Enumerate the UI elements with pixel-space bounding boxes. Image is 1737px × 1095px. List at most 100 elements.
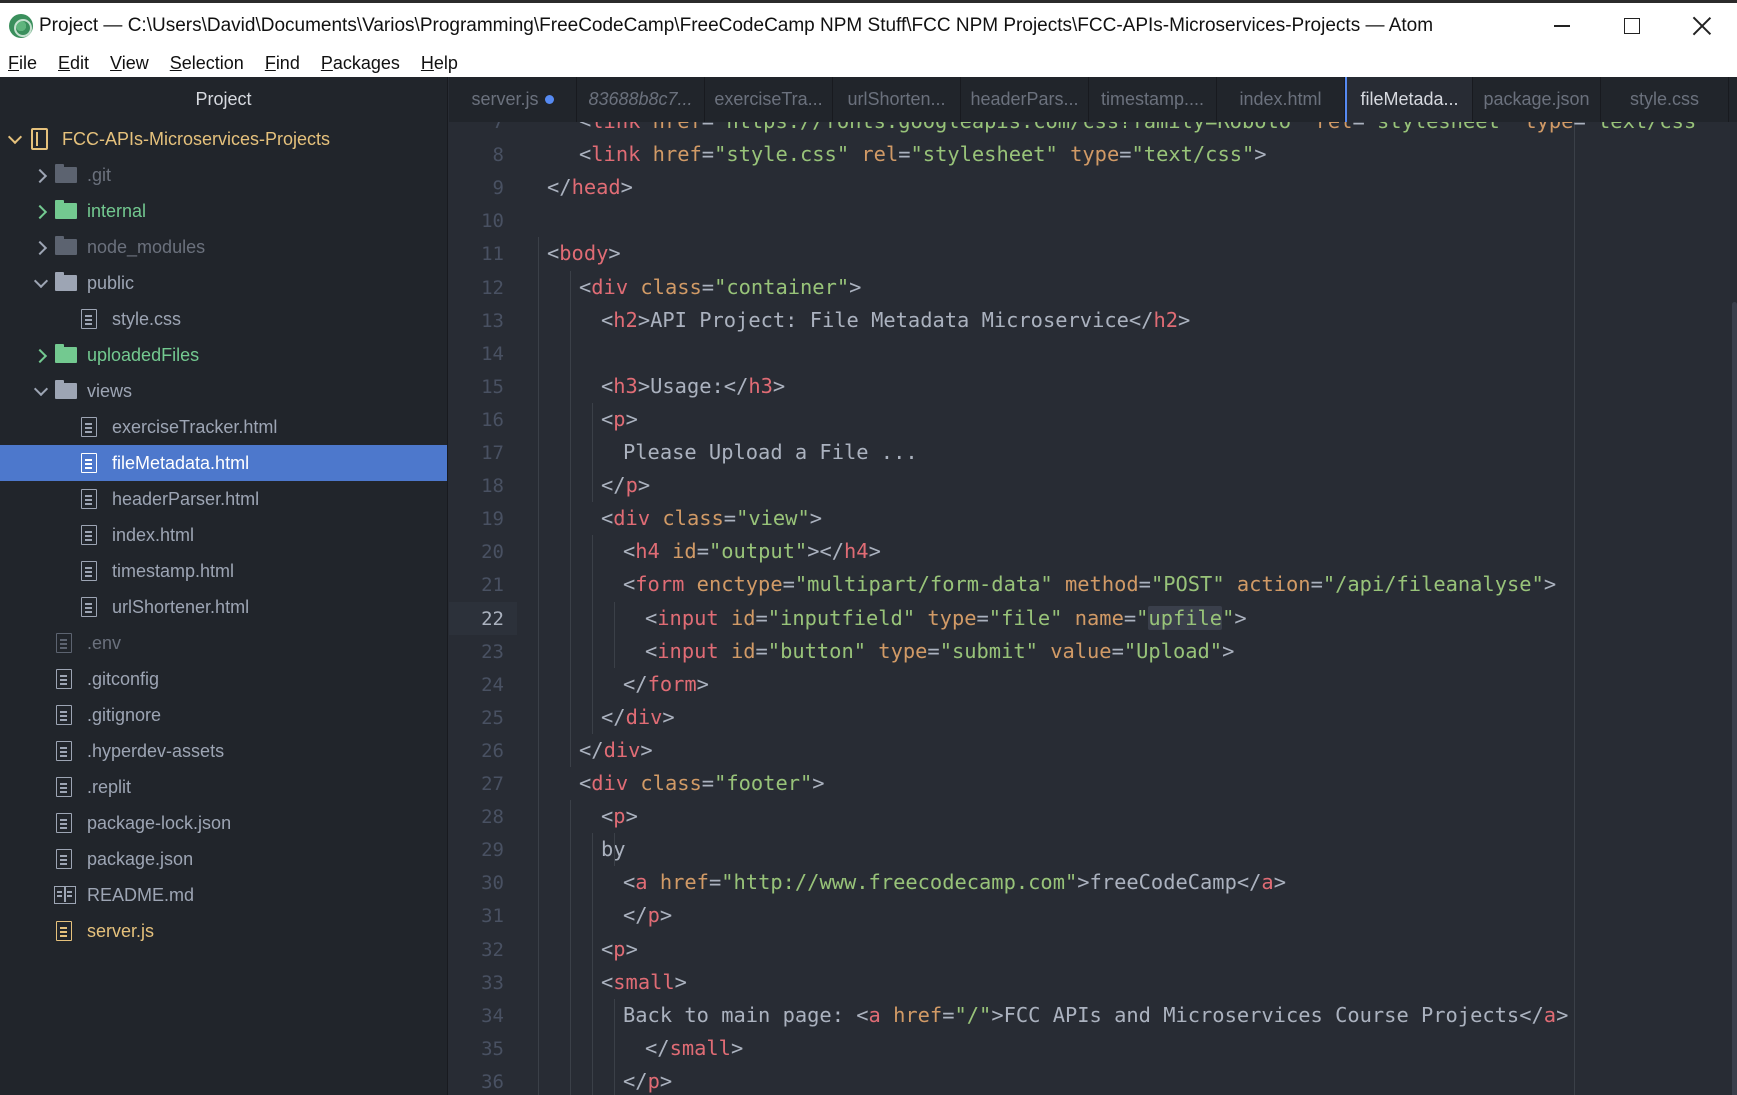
line-number[interactable]: 14 (481, 343, 504, 365)
code-line[interactable]: </head> (547, 171, 633, 204)
tab-package-json[interactable]: package.json (1473, 77, 1601, 122)
menu-selection[interactable]: Selection (170, 53, 244, 74)
line-number[interactable]: 10 (481, 210, 504, 232)
menu-help[interactable]: Help (421, 53, 458, 74)
line-number[interactable]: 9 (493, 177, 504, 199)
line-number[interactable]: 7 (493, 122, 504, 133)
tree-file-index[interactable]: index.html (0, 517, 447, 553)
code-line[interactable]: Back to main page: <a href="/">FCC APIs … (623, 999, 1568, 1032)
chevron-down-icon[interactable] (6, 131, 22, 147)
line-number[interactable]: 24 (481, 674, 504, 696)
tab-server-js[interactable]: server.js (449, 77, 577, 122)
tree-file-package-json[interactable]: package.json (0, 841, 447, 877)
tab-style-css[interactable]: style.css (1601, 77, 1729, 122)
tree-file-env[interactable]: .env (0, 625, 447, 661)
tab-file-metadata[interactable]: fileMetada... (1345, 77, 1473, 122)
line-number[interactable]: 35 (481, 1038, 504, 1060)
line-number[interactable]: 13 (481, 310, 504, 332)
tree-file-style-css[interactable]: style.css (0, 301, 447, 337)
line-number-gutter[interactable]: 7 8 9 10 11 12 13 14 15 16 17 18 19 20 21 22 23 24 25 26 27 2… (449, 122, 517, 1095)
line-number[interactable]: 16 (481, 409, 504, 431)
tree-file-replit[interactable]: .replit (0, 769, 447, 805)
tree-folder-internal[interactable]: internal (0, 193, 447, 229)
chevron-right-icon[interactable] (32, 167, 48, 183)
line-number[interactable]: 33 (481, 972, 504, 994)
code-line[interactable]: <div class="view"> (601, 502, 822, 535)
code-line[interactable]: </form> (623, 668, 709, 701)
code-line[interactable]: <small> (601, 966, 687, 999)
code-line[interactable]: <a href="http://www.freecodecamp.com">fr… (623, 866, 1286, 899)
line-number[interactable]: 27 (481, 773, 504, 795)
maximize-button[interactable] (1597, 3, 1667, 49)
code-line[interactable]: <body> (547, 237, 621, 270)
code-line[interactable]: <p> (601, 933, 638, 966)
line-number[interactable]: 12 (481, 277, 504, 299)
vertical-scrollbar[interactable] (1732, 302, 1737, 1095)
menu-edit[interactable]: Edit (58, 53, 89, 74)
code-line[interactable]: <h4 id="output"></h4> (623, 535, 881, 568)
line-number[interactable]: 31 (481, 905, 504, 927)
code-line[interactable]: <h3>Usage:</h3> (601, 370, 785, 403)
line-number[interactable]: 20 (481, 541, 504, 563)
line-number[interactable]: 17 (481, 442, 504, 464)
tree-file-gitconfig[interactable]: .gitconfig (0, 661, 447, 697)
tab-exercise-tracker[interactable]: exerciseTra... (705, 77, 833, 122)
minimize-button[interactable] (1527, 3, 1597, 49)
tree-file-server-js[interactable]: server.js (0, 913, 447, 949)
tree-file-exercise-tracker[interactable]: exerciseTracker.html (0, 409, 447, 445)
tree-file-file-metadata[interactable]: fileMetadata.html (0, 445, 447, 481)
code-line[interactable]: </div> (579, 734, 653, 767)
tree-file-timestamp[interactable]: timestamp.html (0, 553, 447, 589)
line-number[interactable]: 28 (481, 806, 504, 828)
code-line[interactable]: <div class="footer"> (579, 767, 825, 800)
chevron-down-icon[interactable] (32, 383, 48, 399)
tree-file-hyperdev-assets[interactable]: .hyperdev-assets (0, 733, 447, 769)
line-number[interactable]: 21 (481, 574, 504, 596)
tree-file-readme[interactable]: README.md (0, 877, 447, 913)
code-line[interactable]: </p> (623, 899, 672, 932)
menu-find[interactable]: Find (265, 53, 300, 74)
code-line[interactable]: </p> (601, 469, 650, 502)
close-window-button[interactable] (1667, 3, 1737, 49)
line-number[interactable]: 18 (481, 475, 504, 497)
menu-packages[interactable]: Packages (321, 53, 400, 74)
tree-folder-git[interactable]: .git (0, 157, 447, 193)
tree-file-url-shortener[interactable]: urlShortener.html (0, 589, 447, 625)
code-line[interactable]: <input id="inputfield" type="file" name=… (645, 602, 1247, 635)
code-line[interactable]: <input id="button" type="submit" value="… (645, 635, 1234, 668)
line-number[interactable]: 26 (481, 740, 504, 762)
line-number[interactable]: 22 (481, 608, 504, 630)
menu-view[interactable]: View (110, 53, 149, 74)
code-line[interactable]: <form enctype="multipart/form-data" meth… (623, 568, 1556, 601)
code-area[interactable]: <link href="https://fonts.googleapis.com… (517, 122, 1737, 1095)
tab-83688b8c7[interactable]: 83688b8c7... (577, 77, 705, 122)
menu-file[interactable]: File (8, 53, 37, 74)
line-number[interactable]: 8 (493, 144, 504, 166)
code-line[interactable]: <p> (601, 800, 638, 833)
tab-index-html[interactable]: index.html (1217, 77, 1345, 122)
line-number[interactable]: 34 (481, 1005, 504, 1027)
tree-folder-views[interactable]: views (0, 373, 447, 409)
line-number[interactable]: 11 (481, 243, 504, 265)
tab-timestamp[interactable]: timestamp.... (1089, 77, 1217, 122)
code-line[interactable]: Please Upload a File ... (623, 436, 918, 469)
tab-url-shortener[interactable]: urlShorten... (833, 77, 961, 122)
line-number[interactable]: 29 (481, 839, 504, 861)
code-editor[interactable]: 7 8 9 10 11 12 13 14 15 16 17 18 19 20 21 22 23 24 25 26 27 2… (449, 122, 1737, 1095)
code-line[interactable]: <link href="style.css" rel="stylesheet" … (579, 138, 1267, 171)
line-number[interactable]: 36 (481, 1071, 504, 1093)
tab-header-parser[interactable]: headerPars... (961, 77, 1089, 122)
code-line[interactable]: <p> (601, 403, 638, 436)
line-number[interactable]: 32 (481, 939, 504, 961)
code-line[interactable]: </small> (645, 1032, 743, 1065)
tree-file-header-parser[interactable]: headerParser.html (0, 481, 447, 517)
code-line[interactable]: <link href="https://fonts.googleapis.com… (579, 122, 1709, 138)
line-number[interactable]: 23 (481, 641, 504, 663)
line-number[interactable]: 15 (481, 376, 504, 398)
line-number[interactable]: 25 (481, 707, 504, 729)
code-line[interactable]: <h2>API Project: File Metadata Microserv… (601, 304, 1190, 337)
tree-root-folder[interactable]: FCC-APIs-Microservices-Projects (0, 121, 447, 157)
chevron-right-icon[interactable] (32, 203, 48, 219)
chevron-right-icon[interactable] (32, 239, 48, 255)
line-number[interactable]: 19 (481, 508, 504, 530)
